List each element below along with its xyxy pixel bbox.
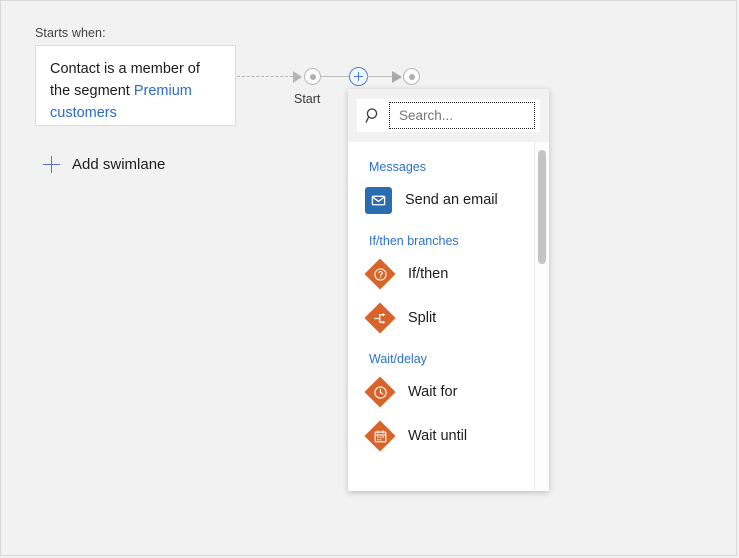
list-item-label: Send an email — [405, 192, 498, 208]
category-if-then-branches: If/then branches — [348, 222, 549, 252]
calendar-icon — [365, 421, 395, 451]
search-input[interactable] — [397, 107, 534, 124]
start-caption: Start — [294, 92, 320, 106]
flow-designer-canvas: Starts when: Contact is a member of the … — [0, 0, 737, 556]
list-item-label: Wait for — [408, 384, 457, 400]
panel-body: Messages Send an email If/then branches — [348, 142, 549, 491]
step-list: Messages Send an email If/then branches — [348, 142, 549, 458]
dashed-connector-arrow-icon — [293, 71, 302, 83]
add-step-plus-icon[interactable] — [349, 67, 368, 86]
trigger-card[interactable]: Contact is a member of the segment Premi… — [35, 45, 236, 126]
trigger-card-text: Contact is a member of the segment Premi… — [50, 58, 221, 124]
flow-connector — [237, 65, 427, 89]
split-branch-icon — [365, 303, 395, 333]
connector-line-left — [321, 76, 351, 77]
search-icon — [357, 107, 389, 124]
start-node-icon[interactable] — [304, 68, 321, 85]
add-swimlane-button[interactable]: Add swimlane — [43, 156, 165, 173]
clock-icon — [365, 377, 395, 407]
end-node-icon[interactable] — [403, 68, 420, 85]
connector-arrowhead-icon — [392, 71, 402, 83]
list-item-if-then[interactable]: If/then — [348, 252, 549, 296]
add-swimlane-label: Add swimlane — [72, 156, 165, 173]
list-item-label: If/then — [408, 266, 448, 282]
category-messages: Messages — [348, 148, 549, 178]
envelope-icon — [365, 187, 392, 214]
list-item-wait-for[interactable]: Wait for — [348, 370, 549, 414]
panel-search-header — [348, 89, 549, 142]
list-item-wait-until[interactable]: Wait until — [348, 414, 549, 458]
list-item-send-an-email[interactable]: Send an email — [348, 178, 549, 222]
starts-when-label: Starts when: — [35, 26, 106, 40]
list-item-label: Split — [408, 310, 436, 326]
step-picker-panel: Messages Send an email If/then branches — [348, 89, 549, 491]
category-wait-delay: Wait/delay — [348, 340, 549, 370]
panel-scrollbar[interactable] — [534, 142, 549, 491]
dashed-connector-line — [237, 76, 293, 77]
question-circle-icon — [365, 259, 395, 289]
search-field-wrapper[interactable] — [389, 102, 535, 129]
list-item-label: Wait until — [408, 428, 467, 444]
panel-scrollbar-thumb[interactable] — [538, 150, 546, 264]
search-box[interactable] — [357, 99, 540, 132]
connector-line-right — [367, 76, 395, 77]
list-item-split[interactable]: Split — [348, 296, 549, 340]
plus-icon — [43, 156, 60, 173]
